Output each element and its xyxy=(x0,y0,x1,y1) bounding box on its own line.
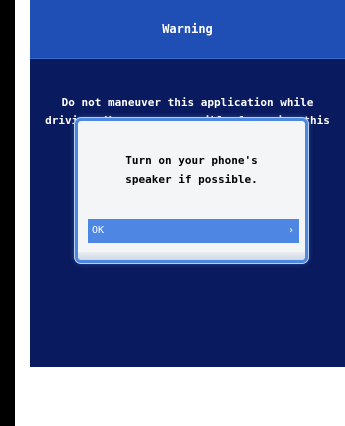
dialog-bottom-shade xyxy=(78,252,305,260)
ok-button[interactable]: OK › xyxy=(88,219,299,243)
dialog-message: Turn on your phone's speaker if possible… xyxy=(125,154,258,186)
ok-button-label: OK xyxy=(92,225,105,236)
app-screen: Warning Do not maneuver this application… xyxy=(30,0,345,426)
page-title: Warning xyxy=(162,22,213,36)
device-frame: Warning Do not maneuver this application… xyxy=(0,0,345,426)
title-bar: Warning xyxy=(30,0,345,58)
footer-area xyxy=(30,367,345,426)
chevron-right-icon: › xyxy=(287,225,294,236)
speaker-dialog: Turn on your phone's speaker if possible… xyxy=(75,118,308,263)
